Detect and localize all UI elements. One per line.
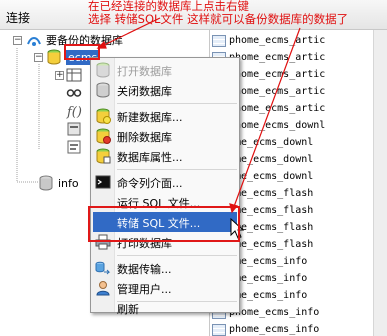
- annotation-line-2: 选择 转储SQL文件 这样就可以备份数据库的数据了: [88, 12, 349, 26]
- annotation-arrows: [96, 17, 301, 214]
- annotation-instructions: 在已经连接的数据库上点击右键 选择 转储SQL文件 这样就可以备份数据库的数据了: [88, 0, 387, 26]
